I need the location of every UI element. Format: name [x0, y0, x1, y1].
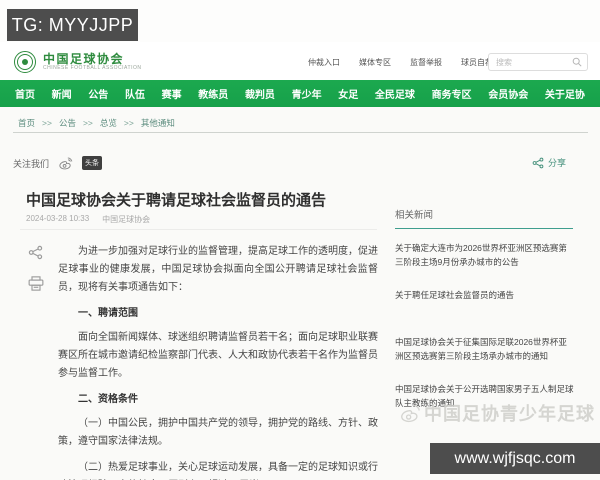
watermark-text: 中国足协青少年足球: [424, 404, 595, 424]
nav-womens-football[interactable]: 女足: [338, 86, 358, 101]
related-news-divider: [395, 228, 573, 229]
watermark: 中国足协青少年足球: [399, 400, 595, 426]
breadcrumb-other-notices[interactable]: 其他通知: [141, 117, 175, 129]
breadcrumb: 首页 >> 公告 >> 总览 >> 其他通知: [18, 117, 175, 129]
related-news-item[interactable]: 关于聘任足球社会监督员的通告: [395, 289, 575, 336]
toutiao-badge[interactable]: 头条: [82, 156, 103, 170]
print-icon[interactable]: [28, 276, 44, 291]
article-meta: 2024-03-28 10:33 中国足球协会: [26, 214, 150, 225]
article-section1-text: 面向全国新闻媒体、球迷组织聘请监督员若干名；面向足球职业联赛赛区所在城市邀请纪检…: [58, 332, 378, 379]
share-icon: [532, 157, 544, 169]
weibo-icon[interactable]: [58, 156, 73, 170]
logo-subtitle: CHINESE FOOTBALL ASSOCIATION: [43, 64, 142, 71]
follow-us-bar: 关注我们 头条: [13, 156, 103, 170]
cfa-logo-emblem-icon: [14, 51, 36, 73]
nav-news[interactable]: 新闻: [52, 86, 72, 101]
link-supervision-report[interactable]: 监督举报: [410, 57, 442, 68]
nav-grassroots-football[interactable]: 全民足球: [375, 86, 415, 101]
article-title: 中国足球协会关于聘请足球社会监督员的通告: [26, 192, 327, 209]
breadcrumb-separator: >>: [123, 118, 134, 128]
breadcrumb-overview[interactable]: 总览: [100, 117, 117, 129]
breadcrumb-announcements[interactable]: 公告: [59, 117, 76, 129]
follow-us-label: 关注我们: [13, 158, 50, 169]
main-nav: 首页 新闻 公告 队伍 赛事 教练员 裁判员 青少年 女足 全民足球 商务专区 …: [0, 80, 600, 107]
logo-title: 中国足球协会: [43, 51, 125, 66]
nav-home[interactable]: 首页: [15, 86, 35, 101]
search-input[interactable]: [494, 56, 572, 68]
link-arbitration[interactable]: 仲裁入口: [308, 57, 340, 68]
article-section2-item2: （二）热爱足球事业，关心足球运动发展，具备一定的足球知识或行政管理经验，身体健康…: [78, 462, 378, 473]
breadcrumb-home[interactable]: 首页: [18, 117, 35, 129]
nav-business-zone[interactable]: 商务专区: [432, 86, 472, 101]
breadcrumb-separator: >>: [42, 118, 52, 128]
article-section2-heading: 二、资格条件: [78, 394, 138, 405]
nav-announcements[interactable]: 公告: [88, 86, 108, 101]
article-body: 为进一步加强对足球行业的监督管理，提高足球工作的透明度，促进足球事业的健康发展，…: [58, 243, 378, 480]
article-tool-rail: [28, 245, 44, 291]
breadcrumb-separator: >>: [82, 118, 93, 128]
share-alt-icon[interactable]: [28, 245, 44, 260]
site-header: 中国足球协会 CHINESE FOOTBALL ASSOCIATION 仲裁入口…: [0, 42, 600, 80]
related-news-item[interactable]: 中国足球协会关于征集国际足联2026世界杯亚洲区预选赛第三阶段主场承办城市的通知: [395, 336, 575, 383]
nav-teams[interactable]: 队伍: [125, 86, 145, 101]
top-left-badge: TG: MYYJJPP: [7, 9, 138, 41]
nav-competitions[interactable]: 赛事: [162, 86, 182, 101]
nav-about-cfa[interactable]: 关于足协: [545, 86, 585, 101]
nav-coaches[interactable]: 教练员: [198, 86, 228, 101]
share-button[interactable]: 分享: [532, 156, 566, 169]
related-news-item[interactable]: 关于确定大连市为2026世界杯亚洲区预选赛第三阶段主场9月份承办城市的公告: [395, 242, 575, 289]
page: TG: MYYJJPP www.wjfjsqc.com 中国足球协会 CHINE…: [0, 0, 600, 480]
article-date: 2024-03-28 10:33: [26, 214, 90, 223]
content-area: 首页 >> 公告 >> 总览 >> 其他通知 关注我们 头条 分享 中国足球协会…: [0, 107, 600, 480]
search-box[interactable]: [488, 53, 588, 71]
related-news-sidebar: 相关新闻 关于确定大连市为2026世界杯亚洲区预选赛第三阶段主场9月份承办城市的…: [395, 207, 575, 430]
article-source: 中国足球协会: [102, 215, 151, 224]
header-utility-links: 仲裁入口 媒体专区 监督举报 球员自荐: [308, 57, 493, 68]
breadcrumb-divider: [13, 132, 588, 133]
nav-youth[interactable]: 青少年: [292, 86, 322, 101]
related-news-title: 相关新闻: [395, 210, 434, 221]
share-label: 分享: [547, 158, 566, 168]
article-meta-divider: [20, 229, 377, 230]
article-section1-heading: 一、聘请范围: [78, 308, 138, 319]
bottom-right-badge: www.wjfjsqc.com: [430, 443, 600, 474]
nav-referees[interactable]: 裁判员: [245, 86, 275, 101]
nav-member-associations[interactable]: 会员协会: [488, 86, 528, 101]
article-section2-item1: （一）中国公民，拥护中国共产党的领导，拥护党的路线、方针、政策，遵守国家法律法规…: [58, 418, 378, 447]
cfa-logo-text: 中国足球协会 CHINESE FOOTBALL ASSOCIATION: [43, 51, 142, 72]
article-intro: 为进一步加强对足球行业的监督管理，提高足球工作的透明度，促进足球事业的健康发展，…: [58, 246, 378, 293]
cfa-logo[interactable]: 中国足球协会 CHINESE FOOTBALL ASSOCIATION: [14, 51, 141, 73]
watermark-weibo-icon: [399, 404, 421, 423]
link-media-zone[interactable]: 媒体专区: [359, 57, 391, 68]
search-icon[interactable]: [572, 57, 582, 67]
